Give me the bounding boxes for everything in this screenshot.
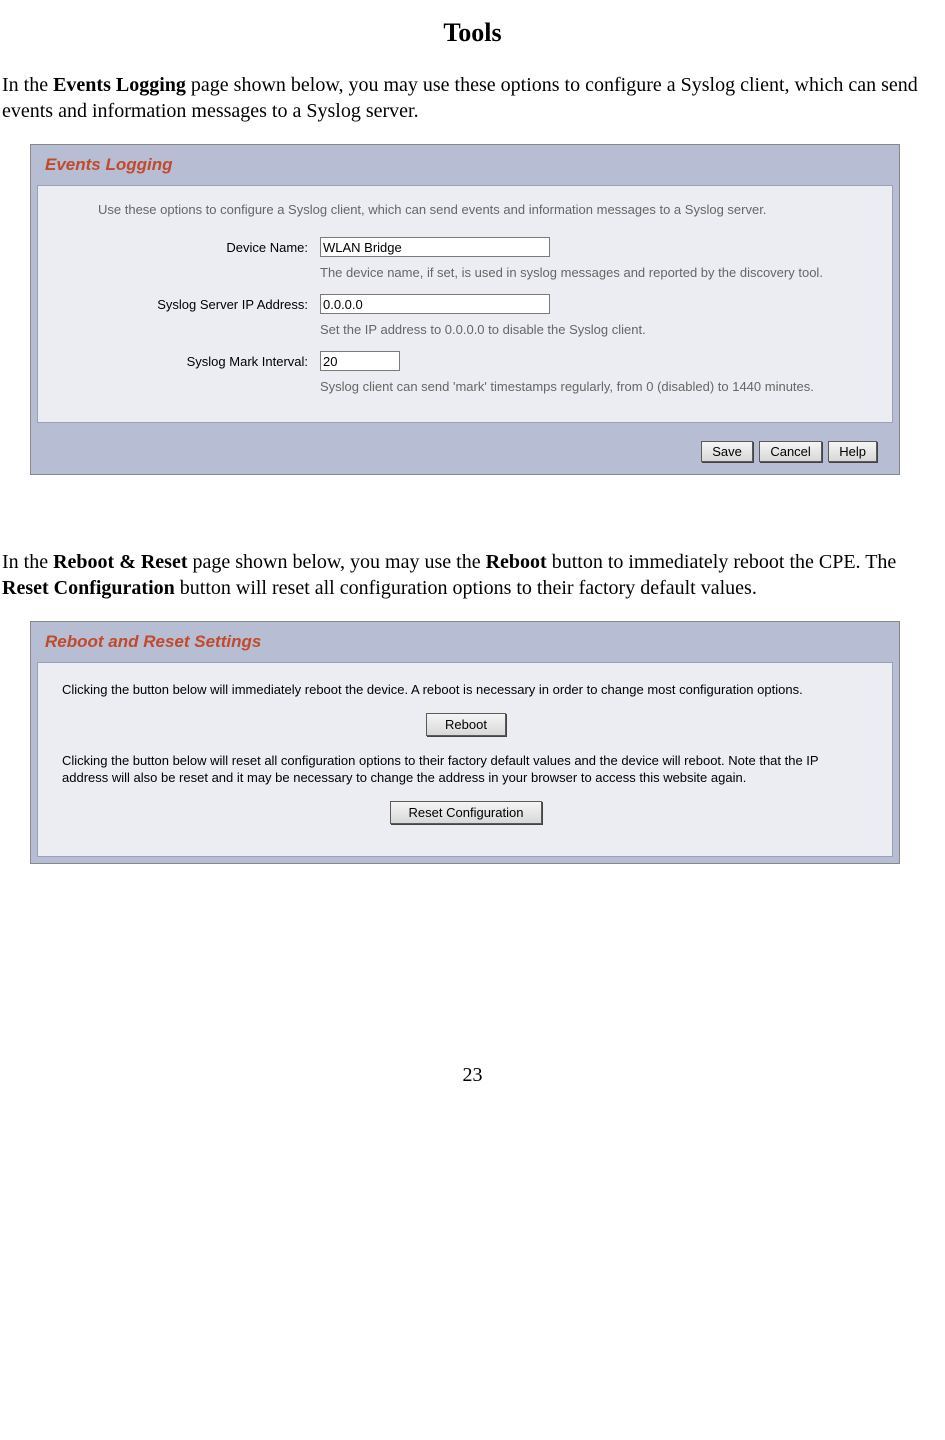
- intro2-mid1: page shown below, you may use the: [188, 551, 486, 573]
- intro1-bold: Events Logging: [53, 74, 186, 96]
- intro-paragraph-2: In the Reboot & Reset page shown below, …: [2, 549, 943, 601]
- syslog-ip-input[interactable]: [320, 294, 550, 314]
- events-logging-body: Use these options to configure a Syslog …: [37, 185, 893, 423]
- syslog-ip-row: Syslog Server IP Address:: [60, 294, 870, 314]
- mark-interval-help-row: Syslog client can send 'mark' timestamps…: [60, 375, 870, 400]
- reboot-button-row: Reboot: [62, 699, 868, 752]
- reset-button-row: Reset Configuration: [62, 787, 868, 828]
- reboot-reset-panel: Reboot and Reset Settings Clicking the b…: [30, 621, 900, 864]
- events-logging-footer: Save Cancel Help: [31, 429, 899, 474]
- device-name-row: Device Name:: [60, 237, 870, 257]
- mark-interval-row: Syslog Mark Interval:: [60, 351, 870, 371]
- reset-text: Clicking the button below will reset all…: [62, 752, 868, 787]
- help-button[interactable]: Help: [828, 441, 877, 462]
- device-name-label: Device Name:: [60, 240, 320, 255]
- reboot-reset-body: Clicking the button below will immediate…: [37, 662, 893, 857]
- intro2-bold2: Reboot: [486, 551, 547, 573]
- reboot-button[interactable]: Reboot: [426, 713, 506, 736]
- device-name-help: The device name, if set, is used in sysl…: [320, 261, 870, 290]
- reboot-reset-title: Reboot and Reset Settings: [31, 622, 899, 658]
- syslog-ip-help-row: Set the IP address to 0.0.0.0 to disable…: [60, 318, 870, 347]
- intro2-bold1: Reboot & Reset: [53, 551, 187, 573]
- syslog-ip-help: Set the IP address to 0.0.0.0 to disable…: [320, 318, 870, 347]
- intro1-pre: In the: [2, 74, 53, 96]
- mark-interval-label: Syslog Mark Interval:: [60, 354, 320, 369]
- mark-interval-help: Syslog client can send 'mark' timestamps…: [320, 375, 870, 400]
- device-name-input[interactable]: [320, 237, 550, 257]
- intro2-pre: In the: [2, 551, 53, 573]
- mark-interval-input[interactable]: [320, 351, 400, 371]
- page-number: 23: [0, 1064, 945, 1087]
- intro2-bold3: Reset Configuration: [2, 577, 175, 599]
- events-logging-panel: Events Logging Use these options to conf…: [30, 144, 900, 475]
- reboot-text: Clicking the button below will immediate…: [62, 681, 868, 699]
- reset-configuration-button[interactable]: Reset Configuration: [390, 801, 543, 824]
- events-logging-title: Events Logging: [31, 145, 899, 181]
- cancel-button[interactable]: Cancel: [759, 441, 821, 462]
- device-name-help-row: The device name, if set, is used in sysl…: [60, 261, 870, 290]
- events-logging-intro: Use these options to configure a Syslog …: [60, 202, 870, 233]
- page-title: Tools: [0, 18, 945, 48]
- intro2-post: button will reset all configuration opti…: [175, 577, 757, 599]
- save-button[interactable]: Save: [701, 441, 753, 462]
- intro-paragraph-1: In the Events Logging page shown below, …: [2, 72, 943, 124]
- syslog-ip-label: Syslog Server IP Address:: [60, 297, 320, 312]
- intro2-mid2: button to immediately reboot the CPE. Th…: [547, 551, 897, 573]
